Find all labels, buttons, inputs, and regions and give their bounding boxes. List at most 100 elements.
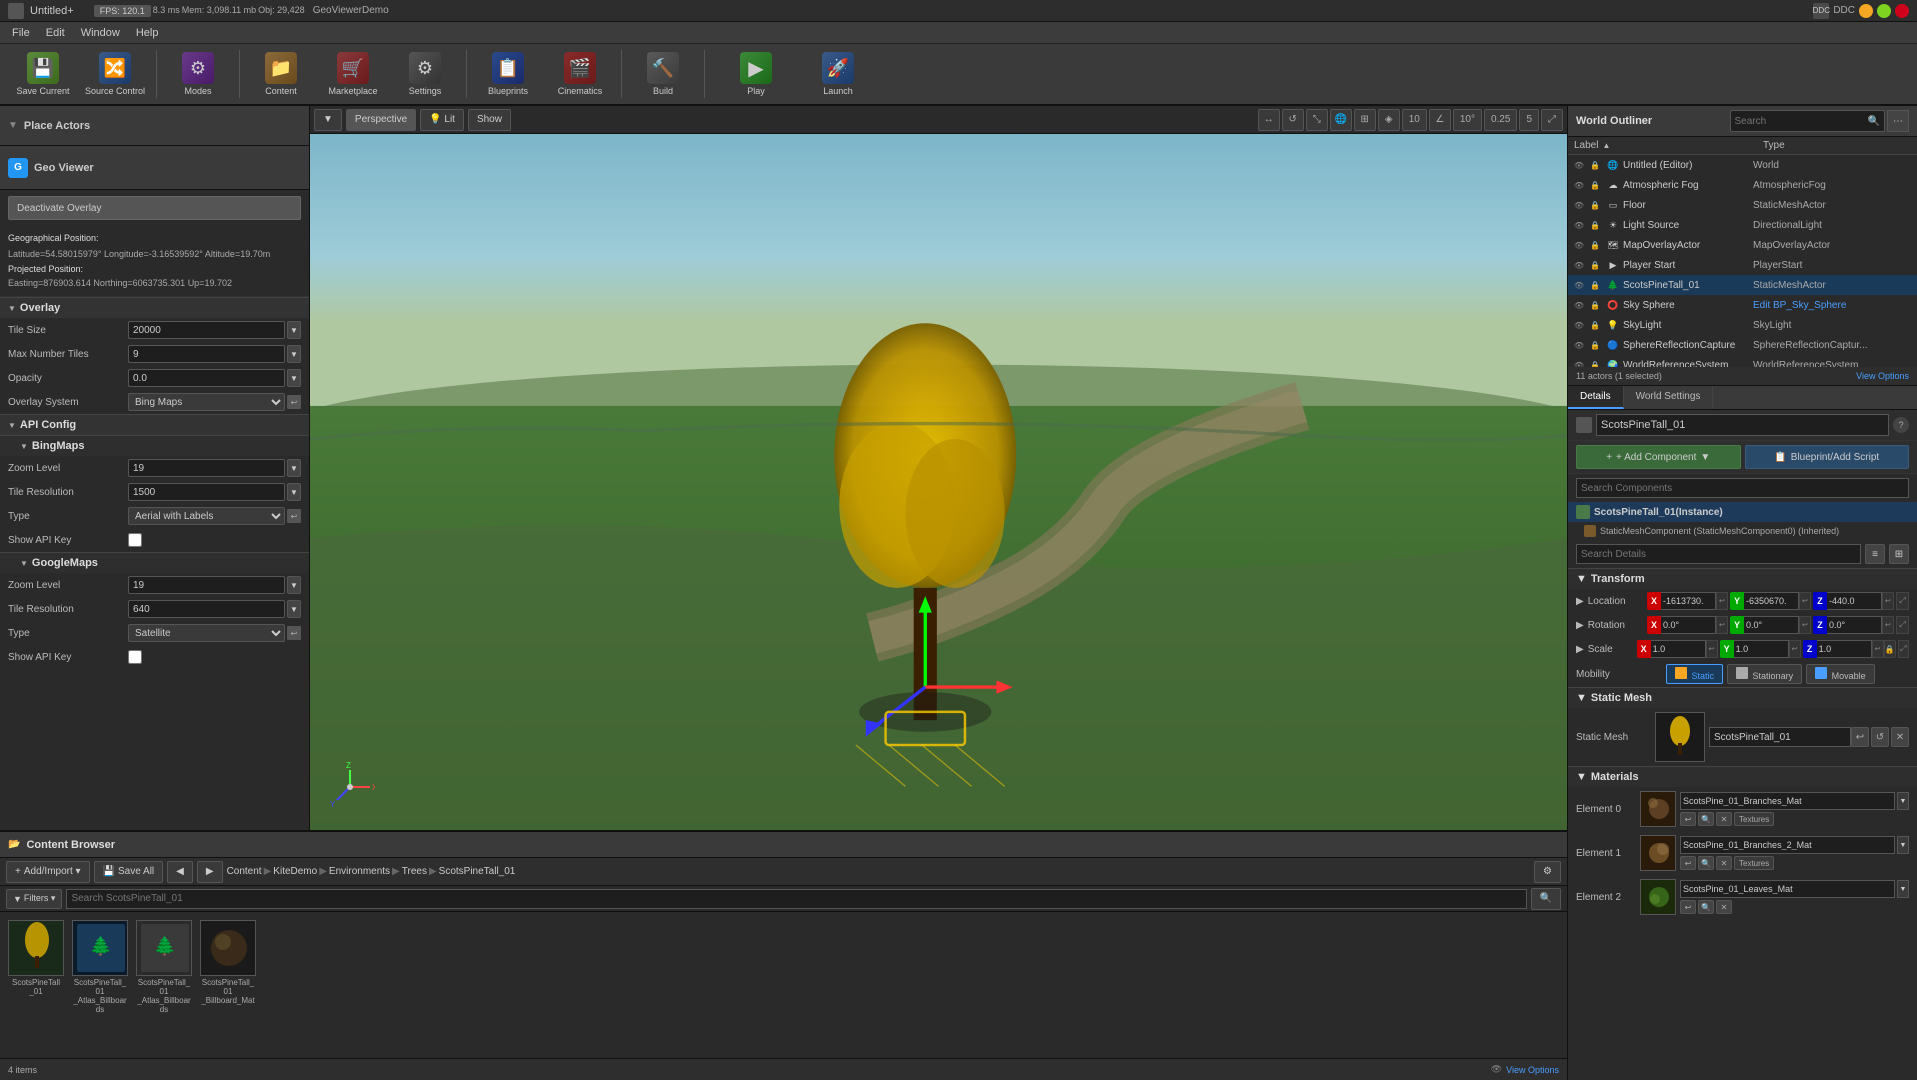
overlay-system-icon-btn[interactable]: ↩	[287, 395, 301, 409]
table-row[interactable]: 👁 🔒 🌍 WorldReferenceSystem WorldReferenc…	[1568, 355, 1917, 367]
max-tiles-input[interactable]	[128, 345, 285, 363]
det-search-input[interactable]	[1576, 544, 1861, 564]
mesh-clear-btn[interactable]: ✕	[1891, 727, 1909, 747]
mat1-clear-btn[interactable]: ✕	[1716, 856, 1732, 870]
cb-search-input[interactable]	[66, 889, 1526, 909]
cb-path-scots[interactable]: ScotsPineTall_01	[439, 866, 516, 877]
deactivate-overlay-button[interactable]: Deactivate Overlay	[8, 196, 301, 220]
location-z-reset[interactable]: ↩	[1882, 592, 1894, 610]
viewport-scene[interactable]: X Y Z	[310, 134, 1567, 830]
rotation-y-reset[interactable]: ↩	[1799, 616, 1811, 634]
table-row[interactable]: 👁 🔒 ☁ Atmospheric Fog AtmosphericFog	[1568, 175, 1917, 195]
content-button[interactable]: 📁 Content	[246, 47, 316, 101]
visibility-btn[interactable]: 👁	[1572, 338, 1586, 352]
mobility-static-btn[interactable]: Static	[1666, 664, 1723, 684]
translate-icon[interactable]: ↔	[1258, 109, 1280, 131]
marketplace-button[interactable]: 🛒 Marketplace	[318, 47, 388, 101]
lock-btn[interactable]: 🔒	[1588, 158, 1602, 172]
mat0-find-btn[interactable]: 🔍	[1698, 812, 1714, 826]
component-name-input[interactable]	[1596, 414, 1889, 436]
scale-z-input[interactable]	[1817, 640, 1872, 658]
mat0-clear-btn[interactable]: ✕	[1716, 812, 1732, 826]
viewport-dropdown-btn[interactable]: ▼	[314, 109, 342, 131]
blueprint-button[interactable]: 📋 Blueprint/Add Script	[1745, 445, 1910, 469]
cb-settings-btn[interactable]: ⚙	[1534, 861, 1561, 883]
mat1-find-btn[interactable]: 🔍	[1698, 856, 1714, 870]
build-button[interactable]: 🔨 Build	[628, 47, 698, 101]
visibility-btn[interactable]: 👁	[1572, 258, 1586, 272]
bing-type-select[interactable]: Aerial with Labels	[128, 507, 285, 525]
location-z-input[interactable]	[1827, 592, 1882, 610]
menu-help[interactable]: Help	[128, 25, 167, 41]
mesh-name-input[interactable]	[1709, 727, 1851, 747]
rotation-z-input[interactable]	[1827, 616, 1882, 634]
blueprints-button[interactable]: 📋 Blueprints	[473, 47, 543, 101]
mat0-dropdown-btn[interactable]: ▼	[1897, 792, 1909, 810]
table-row[interactable]: 👁 🔒 ☀ Light Source DirectionalLight	[1568, 215, 1917, 235]
bing-tile-res-input[interactable]	[128, 483, 285, 501]
materials-section[interactable]: ▼ Materials	[1568, 766, 1917, 787]
rotation-x-input[interactable]	[1661, 616, 1716, 634]
surface-icon[interactable]: ◈	[1378, 109, 1400, 131]
det-search-mode-btn[interactable]: ⊞	[1889, 544, 1909, 564]
view-options-link[interactable]: View Options	[1856, 371, 1909, 381]
grid-size-btn[interactable]: 10	[1402, 109, 1427, 131]
location-y-input[interactable]	[1744, 592, 1799, 610]
viewport[interactable]: ▼ Perspective 💡 Lit Show ↔ ↺ ⤡ 🌐 ⊞ ◈ 10 …	[310, 106, 1567, 830]
lit-btn[interactable]: 💡 Lit	[420, 109, 464, 131]
bing-zoom-spin[interactable]: ▼	[287, 459, 301, 477]
source-control-button[interactable]: 🔀 Source Control	[80, 47, 150, 101]
static-mesh-section[interactable]: ▼ Static Mesh	[1568, 687, 1917, 708]
cb-search-icon-btn[interactable]: 🔍	[1531, 888, 1561, 910]
fullscreen-icon[interactable]: ⤢	[1541, 109, 1563, 131]
save-current-button[interactable]: 💾 Save Current	[8, 47, 78, 101]
opacity-spin[interactable]: ▼	[287, 369, 301, 387]
menu-file[interactable]: File	[4, 25, 38, 41]
mat1-dropdown-btn[interactable]: ▼	[1897, 836, 1909, 854]
cb-path-env[interactable]: Environments	[329, 866, 390, 877]
mat0-navigate-btn[interactable]: ↩	[1680, 812, 1696, 826]
location-x-input[interactable]	[1661, 592, 1716, 610]
visibility-btn[interactable]: 👁	[1572, 358, 1586, 367]
scale-z-reset[interactable]: ↩	[1872, 640, 1884, 658]
angle-size-btn[interactable]: 10°	[1453, 109, 1482, 131]
overlay-system-select[interactable]: Bing Maps	[128, 393, 285, 411]
location-x-reset[interactable]: ↩	[1716, 592, 1728, 610]
lock-btn[interactable]: 🔒	[1588, 318, 1602, 332]
menu-edit[interactable]: Edit	[38, 25, 73, 41]
visibility-btn[interactable]: 👁	[1572, 238, 1586, 252]
mat2-name-input[interactable]	[1680, 880, 1895, 898]
table-row[interactable]: 👁 🔒 ⭕ Sky Sphere Edit BP_Sky_Sphere	[1568, 295, 1917, 315]
minimize-button[interactable]	[1859, 4, 1873, 18]
overlay-section-header[interactable]: ▼ Overlay	[0, 297, 309, 318]
cinematics-button[interactable]: 🎬 Cinematics	[545, 47, 615, 101]
gm-type-icon[interactable]: ↩	[287, 626, 301, 640]
scale-y-reset[interactable]: ↩	[1789, 640, 1801, 658]
gm-tile-res-spin[interactable]: ▼	[287, 600, 301, 618]
wo-col-type[interactable]: Type	[1757, 137, 1917, 154]
wo-options-btn[interactable]: ⋯	[1887, 110, 1909, 132]
list-item[interactable]: 🌲ScotsPineTall_01 _Atlas_Billboards	[72, 920, 128, 1014]
mat2-dropdown-btn[interactable]: ▼	[1897, 880, 1909, 898]
google-maps-header[interactable]: ▼ GoogleMaps	[0, 552, 309, 573]
bing-api-key-checkbox[interactable]	[128, 533, 142, 547]
angle-icon[interactable]: ∠	[1429, 109, 1451, 131]
cb-path-kite[interactable]: KiteDemo	[273, 866, 317, 877]
mesh-navigate-btn[interactable]: ↩	[1851, 727, 1869, 747]
list-item[interactable]: ScotsPineTall _01	[8, 920, 64, 996]
menu-window[interactable]: Window	[73, 25, 128, 41]
visibility-btn[interactable]: 👁	[1572, 318, 1586, 332]
gm-api-key-checkbox[interactable]	[128, 650, 142, 664]
mat2-navigate-btn[interactable]: ↩	[1680, 900, 1696, 914]
list-item[interactable]: ScotsPineTall_01 _Billboard_Mat	[200, 920, 256, 1005]
gm-zoom-spin[interactable]: ▼	[287, 576, 301, 594]
mat1-navigate-btn[interactable]: ↩	[1680, 856, 1696, 870]
maximize-button[interactable]	[1877, 4, 1891, 18]
nav-back-btn[interactable]: ◀	[167, 861, 193, 883]
table-row[interactable]: 👁 🔒 ▭ Floor StaticMeshActor	[1568, 195, 1917, 215]
cb-path-content[interactable]: Content	[227, 866, 262, 877]
mesh-sync-btn[interactable]: ↺	[1871, 727, 1889, 747]
tile-size-input[interactable]	[128, 321, 285, 339]
mobility-movable-btn[interactable]: Movable	[1806, 664, 1875, 684]
rotation-x-reset[interactable]: ↩	[1716, 616, 1728, 634]
